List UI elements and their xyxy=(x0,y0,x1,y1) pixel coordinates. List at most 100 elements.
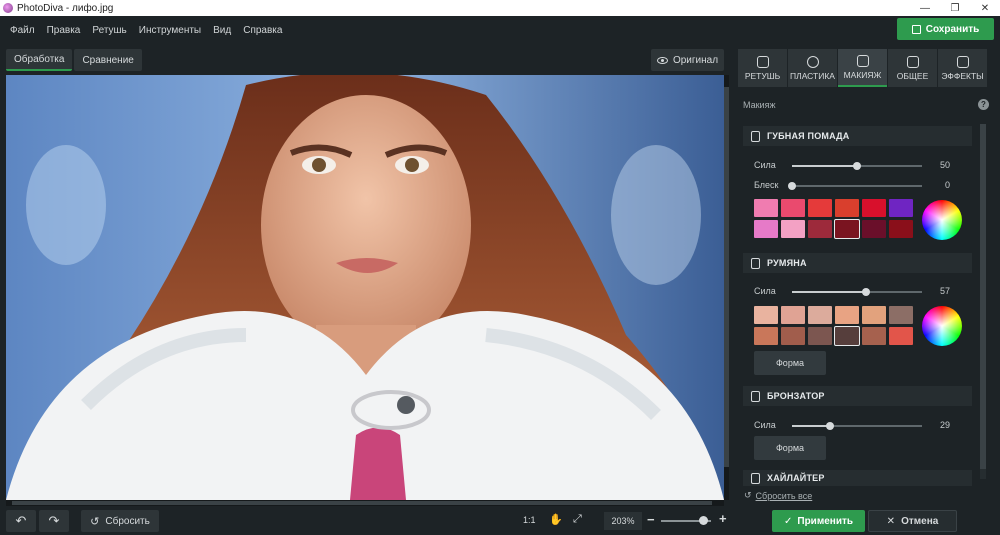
lipstick-icon xyxy=(751,130,760,142)
effects-icon xyxy=(956,55,969,68)
reset-label: Сбросить xyxy=(105,515,150,527)
blush-color-swatch[interactable] xyxy=(781,306,805,324)
zoom-value-field[interactable]: 203% xyxy=(604,512,642,530)
menu-help[interactable]: Справка xyxy=(243,25,282,36)
general-icon xyxy=(906,55,919,68)
lipstick-color-swatch[interactable] xyxy=(862,199,886,217)
close-icon[interactable]: ✕ xyxy=(970,3,1000,14)
slider-knob[interactable] xyxy=(853,162,861,170)
plastic-icon xyxy=(806,55,819,68)
makeup-icon xyxy=(856,54,869,67)
undo-button[interactable]: ↶ xyxy=(6,510,36,532)
blush-strength-slider[interactable]: Сила 57 xyxy=(754,286,950,298)
lipstick-color-swatch[interactable] xyxy=(834,219,860,239)
checkmark-icon: ✓ xyxy=(783,515,793,527)
fit-screen-icon[interactable]: ⤢ xyxy=(573,513,582,526)
adjustments-panel: РЕТУШЬ ПЛАСТИКА МАКИЯЖ ОБЩЕЕ ЭФФЕКТЫ Мак… xyxy=(735,44,1000,535)
blush-shape-button[interactable]: Форма xyxy=(754,351,826,375)
bronzer-strength-slider[interactable]: Сила 29 xyxy=(754,420,950,432)
bronzer-shape-button[interactable]: Форма xyxy=(754,436,826,460)
portrait-photo xyxy=(6,75,724,500)
panel-scrollbar[interactable] xyxy=(980,124,986,479)
minimize-icon[interactable]: — xyxy=(910,3,940,14)
maximize-icon[interactable]: ❐ xyxy=(940,3,970,14)
tab-compare[interactable]: Сравнение xyxy=(74,49,142,71)
zoom-out-icon[interactable]: − xyxy=(647,512,655,527)
lipstick-color-swatch[interactable] xyxy=(835,199,859,217)
lipstick-color-palette xyxy=(754,199,913,239)
redo-icon: ↷ xyxy=(48,513,60,528)
reset-icon: ↺ xyxy=(90,515,100,528)
apply-button[interactable]: ✓ Применить xyxy=(772,510,865,532)
blush-color-swatch[interactable] xyxy=(889,306,913,324)
original-button[interactable]: Оригинал xyxy=(651,49,724,71)
lipstick-color-swatch[interactable] xyxy=(808,220,832,238)
cancel-button[interactable]: ✕ Отмена xyxy=(868,510,957,532)
tab-makeup[interactable]: МАКИЯЖ xyxy=(838,49,887,87)
view-tabs: Обработка Сравнение xyxy=(6,49,142,71)
blush-color-palette xyxy=(754,306,913,346)
lipstick-gloss-slider[interactable]: Блеск 0 xyxy=(754,180,950,192)
menu-file[interactable]: Файл xyxy=(10,25,35,36)
lipstick-color-swatch[interactable] xyxy=(889,220,913,238)
blush-color-swatch[interactable] xyxy=(834,326,860,346)
reset-all-link[interactable]: ↺ Сбросить все xyxy=(744,490,812,501)
lipstick-color-swatch[interactable] xyxy=(889,199,913,217)
menu-bar: Файл Правка Ретушь Инструменты Вид Справ… xyxy=(0,16,1000,44)
blush-color-swatch[interactable] xyxy=(889,327,913,345)
menu-tools[interactable]: Инструменты xyxy=(139,25,201,36)
tab-processing[interactable]: Обработка xyxy=(6,49,73,71)
blush-color-swatch[interactable] xyxy=(754,306,778,324)
lipstick-section-header[interactable]: ГУБНАЯ ПОМАДА xyxy=(743,126,972,146)
original-label: Оригинал xyxy=(672,54,719,66)
blush-color-swatch[interactable] xyxy=(808,327,832,345)
zoom-in-icon[interactable]: + xyxy=(719,511,727,526)
slider-knob[interactable] xyxy=(862,288,871,296)
lipstick-color-swatch[interactable] xyxy=(781,199,805,217)
lipstick-color-swatch[interactable] xyxy=(754,199,778,217)
panel-title: Макияж xyxy=(743,100,776,110)
blush-color-swatch[interactable] xyxy=(835,306,859,324)
floppy-icon xyxy=(911,24,921,34)
blush-section-header[interactable]: РУМЯНА xyxy=(743,253,972,273)
tab-effects[interactable]: ЭФФЕКТЫ xyxy=(938,49,987,87)
blush-color-wheel[interactable] xyxy=(922,306,962,346)
hand-icon[interactable]: ✋ xyxy=(549,513,563,526)
tab-plastic[interactable]: ПЛАСТИКА xyxy=(788,49,837,87)
help-icon[interactable]: ? xyxy=(978,99,989,110)
reset-button[interactable]: ↺ Сбросить xyxy=(81,510,159,532)
tab-general[interactable]: ОБЩЕЕ xyxy=(888,49,937,87)
lipstick-color-swatch[interactable] xyxy=(754,220,778,238)
photo-canvas[interactable] xyxy=(6,75,724,500)
redo-button[interactable]: ↷ xyxy=(39,510,69,532)
tab-retouch[interactable]: РЕТУШЬ xyxy=(738,49,787,87)
lipstick-color-wheel[interactable] xyxy=(922,200,962,240)
menu-edit[interactable]: Правка xyxy=(47,25,81,36)
lipstick-color-swatch[interactable] xyxy=(808,199,832,217)
save-button[interactable]: Сохранить xyxy=(897,18,994,40)
blush-color-swatch[interactable] xyxy=(862,306,886,324)
blush-color-swatch[interactable] xyxy=(862,327,886,345)
slider-knob[interactable] xyxy=(788,182,796,190)
blush-color-swatch[interactable] xyxy=(754,327,778,345)
highlighter-icon xyxy=(751,472,760,484)
lipstick-color-swatch[interactable] xyxy=(862,220,886,238)
lipstick-strength-slider[interactable]: Сила 50 xyxy=(754,160,950,172)
zoom-slider-knob[interactable] xyxy=(699,516,708,525)
menu-view[interactable]: Вид xyxy=(213,25,231,36)
app-logo-icon xyxy=(3,3,13,13)
actual-size-button[interactable]: 1:1 xyxy=(523,515,536,525)
window-title: PhotoDiva - лифо.jpg xyxy=(17,2,114,14)
retouch-icon xyxy=(756,55,769,68)
blush-color-swatch[interactable] xyxy=(808,306,832,324)
canvas-vertical-scrollbar[interactable] xyxy=(724,75,729,500)
menu-retouch[interactable]: Ретушь xyxy=(92,25,126,36)
slider-knob[interactable] xyxy=(825,422,834,430)
blush-color-swatch[interactable] xyxy=(781,327,805,345)
highlighter-section-header[interactable]: ХАЙЛАЙТЕР xyxy=(743,470,972,486)
bronzer-section-header[interactable]: БРОНЗАТОР xyxy=(743,386,972,406)
title-bar: PhotoDiva - лифо.jpg — ❐ ✕ xyxy=(0,0,1000,16)
lipstick-color-swatch[interactable] xyxy=(781,220,805,238)
canvas-horizontal-scrollbar[interactable] xyxy=(6,500,724,506)
reset-all-icon: ↺ xyxy=(744,490,752,500)
